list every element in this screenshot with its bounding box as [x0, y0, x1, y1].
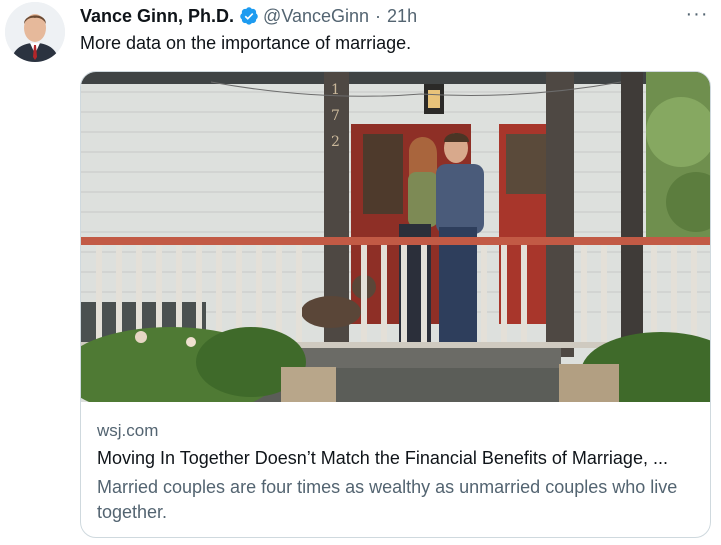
author-handle[interactable]: @VanceGinn — [263, 6, 369, 27]
more-options-icon[interactable]: ··· — [685, 3, 709, 25]
tweet-header: Vance Ginn, Ph.D. @VanceGinn · 21h — [80, 4, 417, 28]
house-number-3: 2 — [331, 134, 340, 150]
avatar[interactable] — [5, 2, 65, 62]
avatar-image — [5, 2, 65, 62]
tweet-timestamp[interactable]: 21h — [387, 6, 417, 27]
card-description[interactable]: Married couples are four times as wealth… — [97, 475, 697, 525]
card-image[interactable]: 1 7 2 — [81, 72, 711, 402]
card-title[interactable]: Moving In Together Doesn’t Match the Fin… — [97, 448, 697, 469]
house-number-2: 7 — [331, 108, 340, 124]
author-name[interactable]: Vance Ginn, Ph.D. — [80, 6, 234, 27]
link-card[interactable]: 1 7 2 wsj.com Moving In Together Doesn’t… — [80, 71, 711, 538]
verified-badge-icon — [239, 6, 259, 26]
header-separator: · — [375, 5, 382, 26]
card-domain[interactable]: wsj.com — [97, 421, 158, 441]
tweet-text: More data on the importance of marriage. — [80, 33, 412, 53]
